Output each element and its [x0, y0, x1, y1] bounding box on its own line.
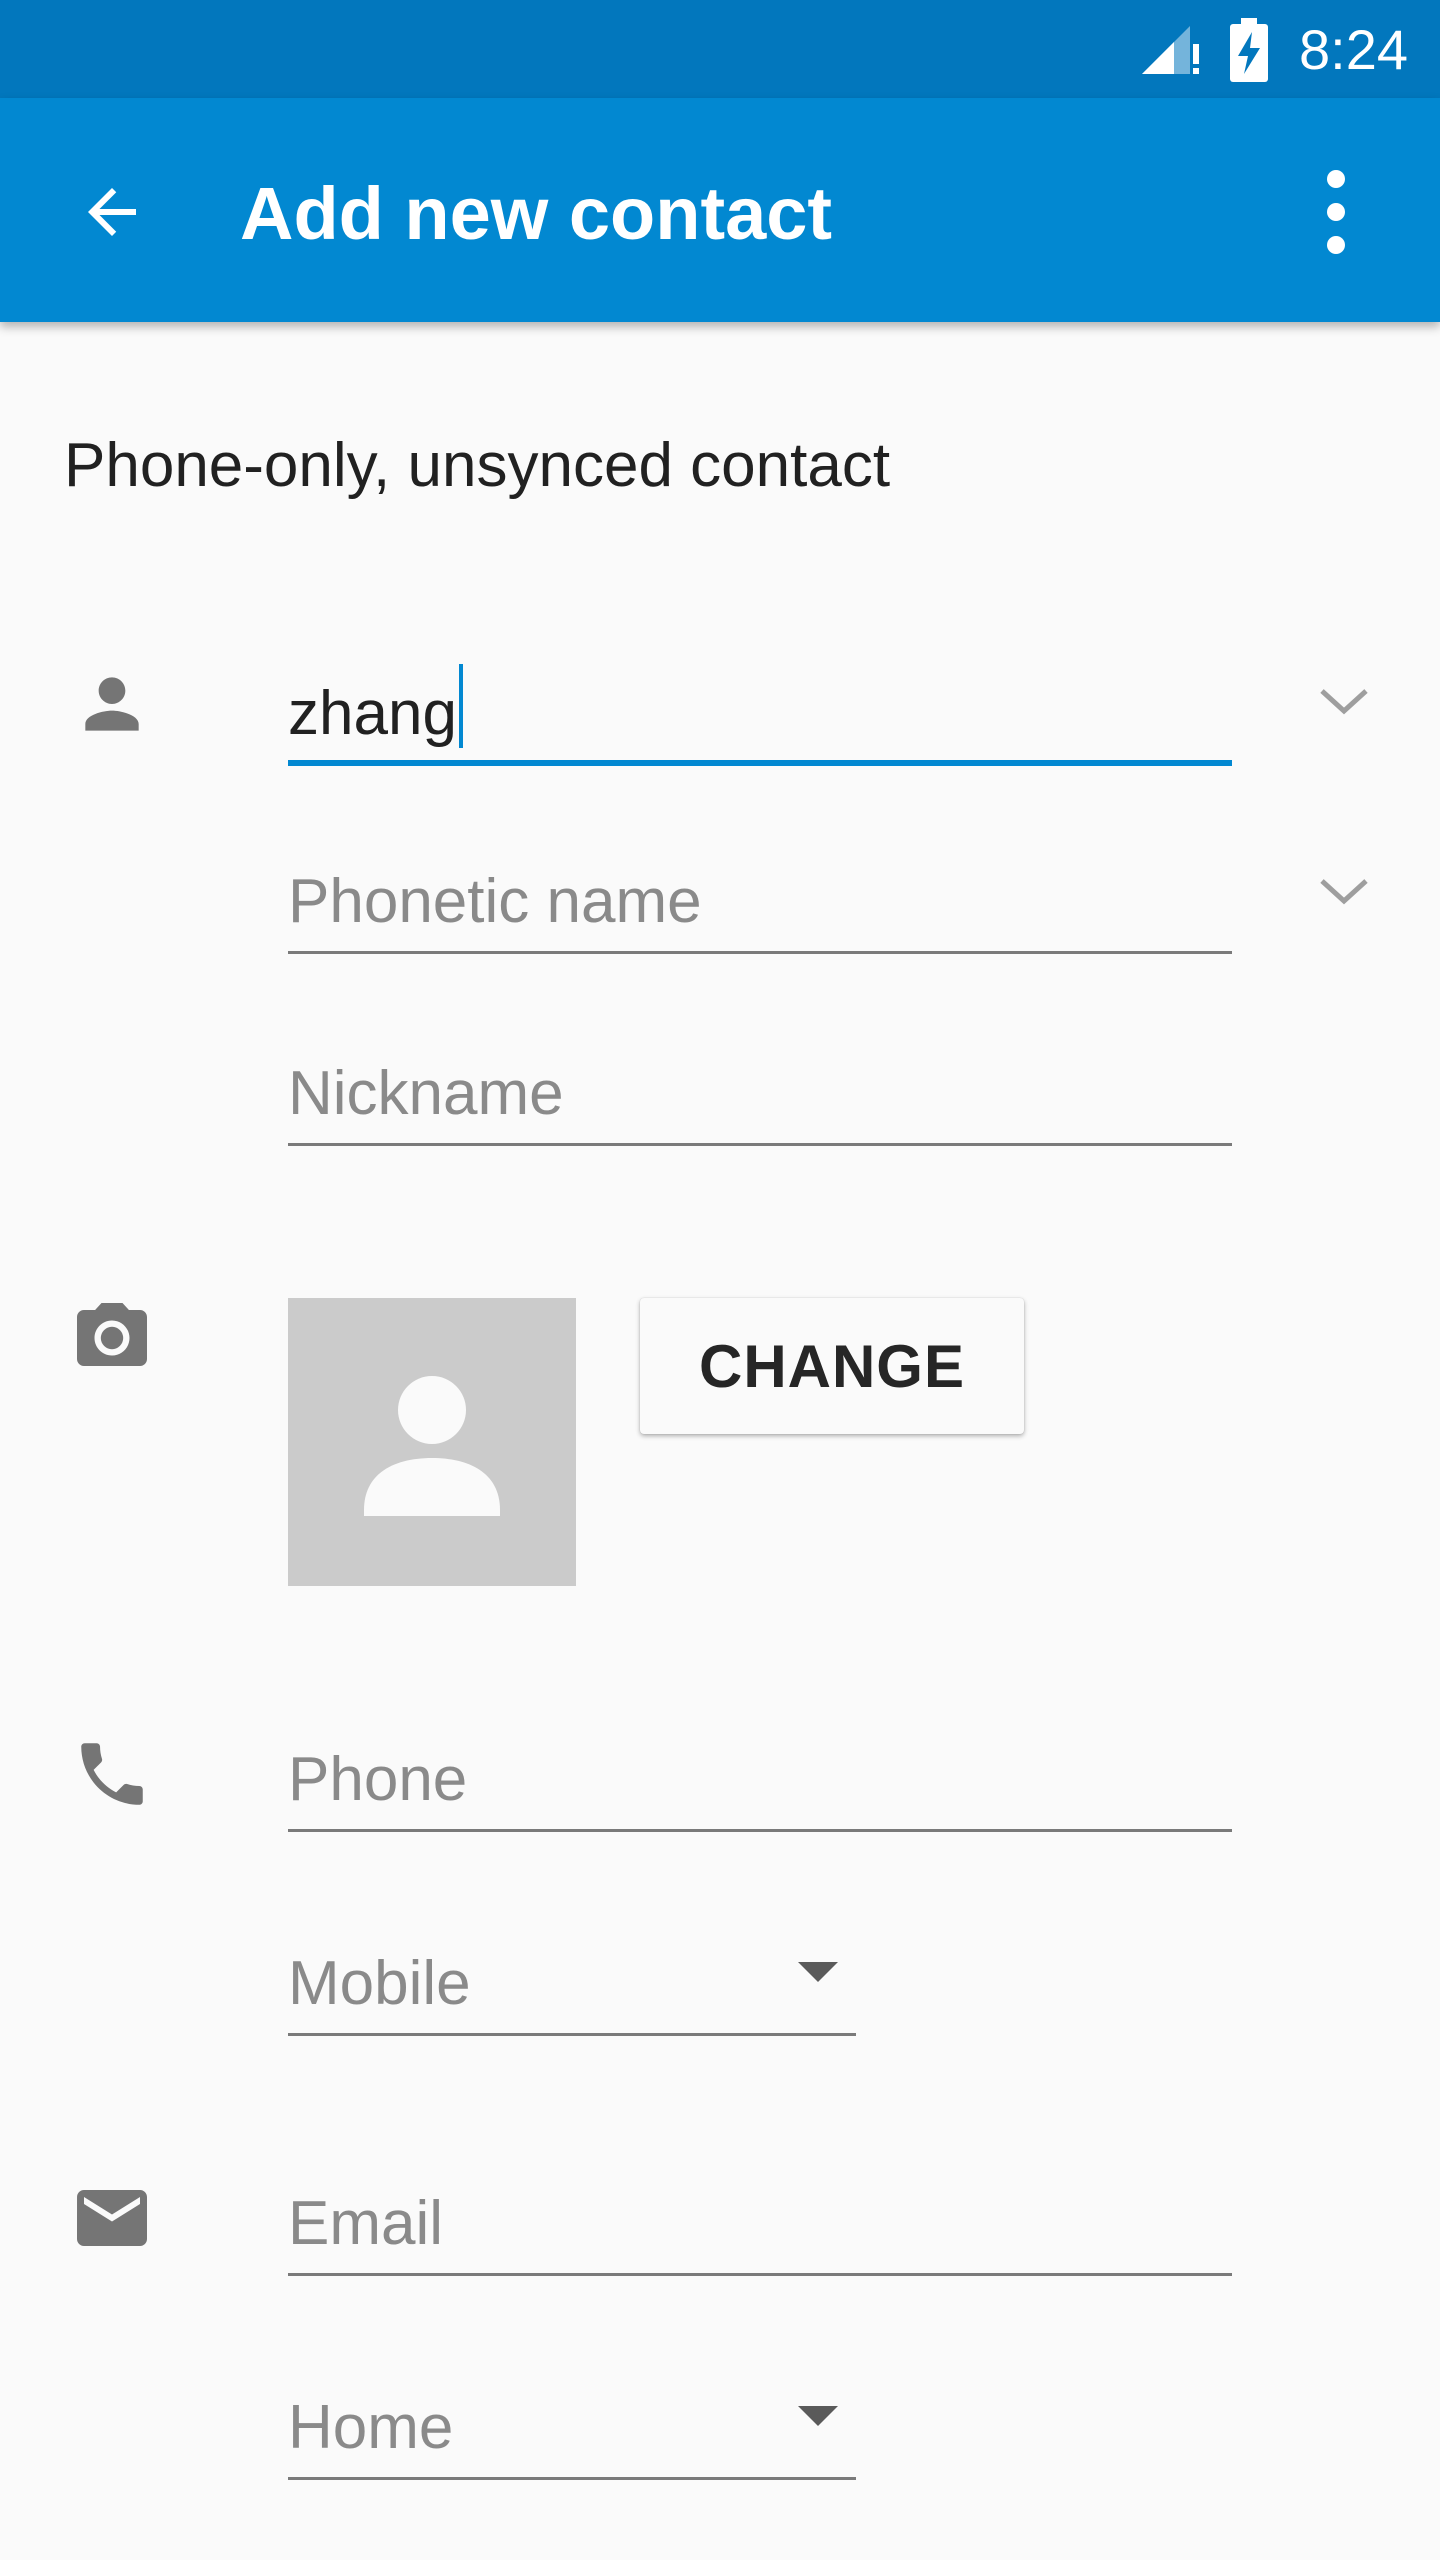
nickname-placeholder: Nickname: [288, 1059, 564, 1128]
email-field[interactable]: Email: [288, 2158, 1232, 2276]
name-field-underline: [288, 760, 1232, 766]
phone-placeholder: Phone: [288, 1745, 468, 1814]
phone-type-underline: [288, 2033, 856, 2036]
chevron-down-icon: [1320, 689, 1368, 715]
dropdown-arrow-icon: [798, 1962, 838, 1982]
person-icon: [364, 1376, 500, 1516]
back-button[interactable]: [62, 150, 162, 274]
phone-type-select[interactable]: Mobile: [288, 1918, 856, 2036]
name-value: zhang: [288, 679, 457, 748]
email-icon: [64, 2170, 160, 2266]
more-options-button[interactable]: [1290, 150, 1382, 274]
text-cursor: [458, 664, 463, 748]
page-title: Add new contact: [240, 172, 833, 255]
contact-photo[interactable]: [288, 1298, 576, 1586]
phone-field[interactable]: Phone: [288, 1714, 1232, 1832]
more-vert-icon: [1327, 170, 1345, 254]
status-time: 8:24: [1299, 18, 1408, 81]
phone-type-value: Mobile: [288, 1949, 471, 2018]
chevron-down-icon: [1320, 879, 1368, 905]
change-photo-button[interactable]: CHANGE: [640, 1298, 1024, 1434]
phonetic-name-placeholder: Phonetic name: [288, 867, 702, 936]
dropdown-arrow-icon: [798, 2406, 838, 2426]
account-label: Phone-only, unsynced contact: [64, 431, 891, 500]
email-placeholder: Email: [288, 2189, 444, 2258]
battery-charging-icon: [1230, 18, 1268, 82]
nickname-field[interactable]: Nickname: [288, 1028, 1232, 1146]
email-type-value: Home: [288, 2393, 454, 2462]
expand-phonetic-button[interactable]: [1294, 840, 1394, 940]
nickname-underline: [288, 1143, 1232, 1146]
status-bar: [0, 0, 1440, 98]
camera-icon: [64, 1290, 160, 1386]
email-type-underline: [288, 2477, 856, 2480]
arrow-back-icon: [88, 188, 136, 236]
signal-warning-icon: [1142, 26, 1199, 74]
expand-name-button[interactable]: [1294, 650, 1394, 750]
person-icon: [64, 656, 160, 752]
phonetic-name-field[interactable]: Phonetic name: [288, 836, 1232, 954]
phonetic-name-underline: [288, 951, 1232, 954]
name-field[interactable]: zhang: [288, 648, 1232, 766]
phone-icon: [64, 1726, 160, 1822]
phone-underline: [288, 1829, 1232, 1832]
email-underline: [288, 2273, 1232, 2276]
email-type-select[interactable]: Home: [288, 2362, 856, 2480]
